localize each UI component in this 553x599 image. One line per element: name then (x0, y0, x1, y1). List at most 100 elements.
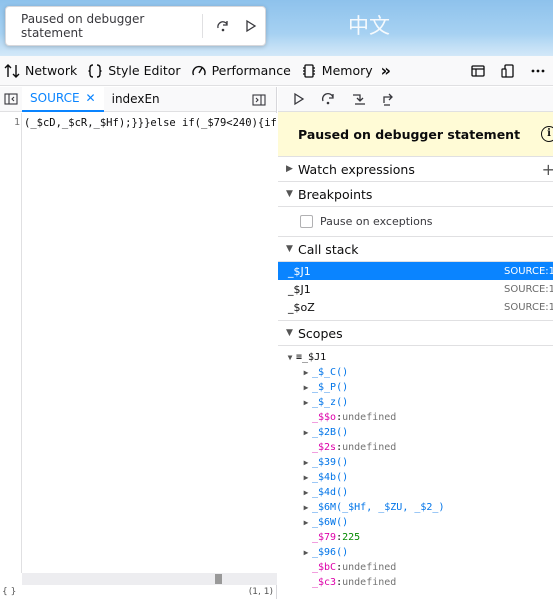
scope-variable[interactable]: ▶ _$6W() (278, 515, 553, 530)
editor-footer: { } (1, 1) (0, 587, 277, 599)
scope-variable-value: undefined (342, 412, 397, 423)
resume-icon[interactable] (237, 12, 265, 40)
scope-function-params: () (336, 397, 349, 408)
scope-variable[interactable]: ▶ _$6M (_$Hf, _$ZU, _$2_) (278, 500, 553, 515)
scope-variable-name: _$_z (312, 397, 337, 408)
watch-expressions-label: Watch expressions (298, 161, 415, 177)
scrollbar-thumb[interactable] (215, 574, 222, 584)
scope-variable-name: _$6M (312, 502, 337, 513)
scope-variable[interactable]: ▶ _$_P() (278, 380, 553, 395)
expand-arrow-icon[interactable]: ▶ (300, 458, 312, 467)
breakpoints-label: Breakpoints (298, 186, 373, 202)
scope-variable-name: _$c3 (312, 577, 337, 588)
line-gutter: 1 (0, 113, 22, 573)
scope-variable-name: _$96 (312, 547, 337, 558)
scope-variable[interactable]: _$2s: undefined (278, 440, 553, 455)
tab-network[interactable]: Network (0, 56, 83, 86)
frame-location: SOURCE:1 (504, 301, 553, 313)
pause-on-exceptions-checkbox[interactable] (300, 215, 313, 228)
split-console-icon[interactable] (463, 56, 493, 86)
triangle-down-icon: ▼ (286, 189, 293, 199)
scope-variable[interactable]: _$bC: undefined (278, 560, 553, 575)
scope-function-params: () (336, 367, 349, 378)
scope-variable-name: _$_P (312, 382, 337, 393)
call-stack-frame[interactable]: _$J1 SOURCE:1 (278, 280, 553, 298)
call-stack-frames: _$J1 SOURCE:1 _$J1 SOURCE:1 _$oZ SOURCE:… (278, 262, 553, 321)
expand-arrow-icon[interactable]: ▶ (300, 518, 312, 527)
code-editor[interactable]: 1 (_$cD,_$cR,_$Hf);}}}else if(_$79<240){… (0, 113, 277, 573)
call-stack-header[interactable]: ▼ Call stack (278, 237, 553, 262)
debugger-sidebar: Paused on debugger statement i ▶ Watch e… (278, 87, 553, 599)
tab-memory-label: Memory (321, 63, 373, 78)
expand-arrow-icon[interactable]: ▶ (300, 548, 312, 557)
scope-variable[interactable]: _$$o: undefined (278, 410, 553, 425)
pause-on-exceptions-row[interactable]: Pause on exceptions (278, 207, 553, 237)
breakpoints-header[interactable]: ▼ Breakpoints (278, 182, 553, 207)
toggle-sources-icon[interactable] (0, 87, 22, 112)
pretty-print-button[interactable]: { } (2, 587, 16, 597)
expand-arrow-icon[interactable]: ▶ (300, 383, 312, 392)
tab-memory[interactable]: Memory (297, 56, 379, 86)
devtools-toolbar: Network Style Editor Performance Memory … (0, 56, 553, 86)
call-stack-frame[interactable]: _$oZ SOURCE:1 (278, 298, 553, 316)
scope-function-params: () (336, 382, 349, 393)
paused-overlay-message: Paused on debugger statement (21, 12, 145, 40)
scopes-header[interactable]: ▼ Scopes (278, 321, 553, 346)
responsive-design-icon[interactable] (493, 56, 523, 86)
code-line[interactable]: (_$cD,_$cR,_$Hf);}}}else if(_$79<240){if… (24, 117, 277, 129)
scope-variable[interactable]: ▶ _$_C() (278, 365, 553, 380)
scope-root[interactable]: ▼ ≡ _$J1 (278, 350, 553, 365)
scope-variable[interactable]: ▶ _$4b() (278, 470, 553, 485)
resume-icon[interactable] (284, 87, 314, 112)
info-icon[interactable]: i (541, 126, 553, 142)
scope-function-params: (_$Hf, _$ZU, _$2_) (336, 502, 445, 513)
scope-variable[interactable]: ▶ _$4d() (278, 485, 553, 500)
source-tab-indexen[interactable]: indexEn (104, 87, 168, 112)
step-over-icon[interactable] (209, 12, 237, 40)
scope-function-params: () (336, 547, 349, 558)
step-over-icon[interactable] (314, 87, 344, 112)
source-editor-pane: SOURCE ✕ indexEn 1 (_$cD,_$cR,_$Hf);}}}e… (0, 86, 277, 599)
scope-variable[interactable]: _$79: 225 (278, 530, 553, 545)
call-stack-label: Call stack (298, 241, 359, 257)
line-number[interactable]: 1 (0, 117, 20, 128)
expand-arrow-icon[interactable]: ▶ (300, 428, 312, 437)
scope-toggle-icon: ▼ (287, 353, 293, 362)
tab-style-editor-label: Style Editor (108, 63, 181, 78)
command-bar (278, 87, 553, 112)
scope-variable-value: undefined (342, 577, 397, 588)
watch-expressions-header[interactable]: ▶ Watch expressions + (278, 157, 553, 182)
scope-variable-name: _$2s (312, 442, 337, 453)
toggle-debugger-pane-icon[interactable] (248, 87, 270, 112)
close-icon[interactable]: ✕ (86, 91, 96, 105)
scope-variable[interactable]: _$c3: undefined (278, 575, 553, 590)
frame-location: SOURCE:1 (504, 265, 553, 277)
step-out-icon[interactable] (374, 87, 404, 112)
tabs-overflow-button[interactable]: » (379, 56, 397, 86)
expand-arrow-icon[interactable]: ▶ (300, 398, 312, 407)
expand-arrow-icon[interactable]: ▶ (300, 368, 312, 377)
scope-variable[interactable]: ▶ _$_z() (278, 395, 553, 410)
source-tabs: SOURCE ✕ indexEn (0, 86, 276, 112)
paused-banner-message: Paused on debugger statement (298, 126, 521, 142)
scope-variable[interactable]: ▶ _$96() (278, 545, 553, 560)
tab-style-editor[interactable]: Style Editor (83, 56, 186, 86)
expand-arrow-icon[interactable]: ▶ (300, 503, 312, 512)
more-options-icon[interactable] (523, 56, 553, 86)
step-in-icon[interactable] (344, 87, 374, 112)
pause-on-exceptions-label: Pause on exceptions (320, 215, 433, 228)
scope-variable-value: undefined (342, 562, 397, 573)
scope-variable[interactable]: ▶ _$39() (278, 455, 553, 470)
scope-variable[interactable]: ▶ _$2B() (278, 425, 553, 440)
add-watch-icon[interactable]: + (542, 160, 553, 179)
horizontal-scrollbar[interactable] (22, 573, 277, 585)
scope-variable-name: _$bC (312, 562, 337, 573)
network-icon (4, 63, 20, 78)
source-tab-source[interactable]: SOURCE ✕ (22, 86, 104, 112)
expand-arrow-icon[interactable]: ▶ (300, 488, 312, 497)
frame-name: _$oZ (288, 300, 315, 314)
tab-performance-label: Performance (211, 63, 291, 78)
call-stack-frame[interactable]: _$J1 SOURCE:1 (278, 262, 553, 280)
expand-arrow-icon[interactable]: ▶ (300, 473, 312, 482)
tab-performance[interactable]: Performance (187, 56, 297, 86)
